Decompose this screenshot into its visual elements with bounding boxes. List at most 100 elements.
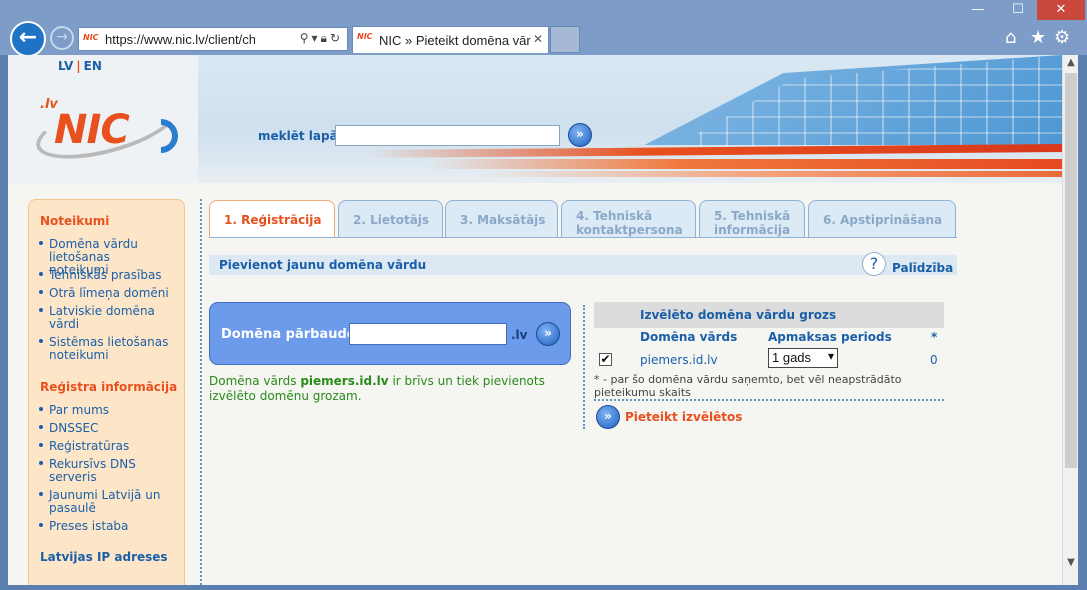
favorites-star-icon[interactable]: ★ — [1030, 27, 1046, 48]
cart-title-bar: Izvēlēto domēna vārdu grozs — [594, 302, 944, 328]
tabs-baseline — [209, 237, 957, 238]
cart-footnote: * - par šo domēna vārdu saņemto, bet vēl… — [594, 373, 902, 399]
sidebar-item-about[interactable]: Par mums — [39, 404, 179, 417]
minimize-button[interactable]: — — [960, 0, 996, 20]
double-chevron-icon: » — [544, 326, 552, 340]
search-label: meklēt lapā — [258, 129, 338, 143]
close-tab-icon[interactable]: ✕ — [533, 32, 543, 46]
domain-check-result: Domēna vārds piemers.id.lv ir brīvs un t… — [209, 374, 579, 404]
refresh-icon[interactable]: ↻ — [330, 31, 343, 45]
help-icon[interactable]: ? — [862, 252, 886, 276]
lang-separator: | — [76, 59, 81, 73]
browser-chrome: — ☐ ✕ ← → NIC https://www.nic.lv/client/… — [0, 0, 1087, 57]
site-favicon: NIC — [83, 33, 99, 42]
bullet-icon — [39, 240, 43, 245]
sidebar: Noteikumi Domēna vārdu lietošanas noteik… — [28, 199, 185, 585]
domain-check-label: Domēna pārbaude — [221, 327, 356, 342]
section-header: Pievienot jaunu domēna vārdu ? Palīdzība — [209, 252, 957, 276]
lang-en-link[interactable]: EN — [84, 59, 102, 73]
scrollbar-thumb[interactable] — [1065, 73, 1077, 468]
close-window-button[interactable]: ✕ — [1037, 0, 1085, 20]
search-go-button[interactable]: » — [568, 123, 592, 147]
lock-icon[interactable]: 🔒︎ — [321, 31, 330, 45]
help-link[interactable]: Palīdzība — [892, 261, 953, 275]
gear-icon[interactable]: ⚙ — [1054, 27, 1070, 48]
sidebar-item-dnssec[interactable]: DNSSEC — [39, 422, 179, 435]
column-header-period: Apmaksas periods — [768, 330, 892, 344]
new-tab-button[interactable] — [550, 26, 580, 53]
column-divider — [200, 199, 202, 585]
cart-divider — [594, 399, 944, 401]
sidebar-item-second-level-domains[interactable]: Otrā līmeņa domēni — [39, 287, 179, 300]
address-bar-icons: ⚲▾🔒︎↻ — [300, 31, 343, 46]
result-prefix: Domēna vārds — [209, 374, 297, 388]
domain-suffix: .lv — [511, 328, 528, 342]
submit-selected-button[interactable]: » Pieteikt izvēlētos — [596, 405, 742, 429]
column-header-star: * — [931, 330, 938, 344]
address-url[interactable]: https://www.nic.lv/client/check_ — [105, 32, 255, 47]
sidebar-item-registrars[interactable]: Reģistratūras — [39, 440, 179, 453]
sidebar-item-latvian-domains[interactable]: Latviskie domēna vārdi — [39, 305, 179, 331]
section-title: Pievienot jaunu domēna vārdu — [219, 258, 427, 272]
sidebar-section-ip-addresses[interactable]: Latvijas IP adreses — [40, 550, 168, 564]
back-button[interactable]: ← — [10, 21, 46, 57]
header-stripe — [428, 159, 1062, 169]
bullet-icon — [39, 271, 43, 276]
period-select[interactable]: 1 gads ▾ — [768, 348, 838, 368]
domain-check-panel: Domēna pārbaude .lv » — [209, 302, 571, 365]
sidebar-item-system-rules[interactable]: Sistēmas lietošanas noteikumi — [39, 336, 179, 362]
home-icon[interactable]: ⌂ — [1005, 27, 1016, 48]
tab-favicon: NIC — [357, 32, 373, 41]
logo-text: NIC — [54, 107, 130, 153]
sidebar-item-recursive-dns[interactable]: Rekursīvs DNS serveris — [39, 458, 179, 484]
site-header: LV | EN .lv NIC meklēt lapā » — [8, 55, 1062, 183]
nic-logo[interactable]: .lv NIC — [29, 85, 186, 171]
period-value: 1 gads — [772, 350, 812, 365]
domain-check-button[interactable]: » — [536, 322, 560, 346]
bullet-icon — [39, 460, 43, 465]
column-divider — [583, 305, 585, 429]
bullet-icon — [39, 289, 43, 294]
table-row: ✔ piemers.id.lv 1 gads ▾ 0 — [594, 346, 944, 372]
tab-registration[interactable]: 1. Reģistrācija — [209, 200, 335, 238]
domain-check-input[interactable] — [349, 323, 507, 345]
bullet-icon — [39, 338, 43, 343]
pending-count: 0 — [930, 353, 938, 367]
tab-title: NIC » Pieteikt domēna vārd... — [379, 33, 531, 48]
tab-technical-contact[interactable]: 4. Tehniskā kontaktpersona — [561, 200, 696, 238]
bullet-icon — [39, 406, 43, 411]
tab-confirmation[interactable]: 6. Apstiprināšana — [808, 200, 956, 238]
page-scrollbar[interactable]: ▲ ▼ — [1062, 55, 1078, 585]
header-stripe — [478, 171, 1062, 177]
cart-title: Izvēlēto domēna vārdu grozs — [640, 308, 837, 322]
maximize-button[interactable]: ☐ — [1000, 0, 1036, 20]
arrow-left-icon: ← — [18, 25, 38, 50]
bullet-icon — [39, 424, 43, 429]
tab-technical-info[interactable]: 5. Tehniskā informācija — [699, 200, 805, 238]
forward-button[interactable]: → — [50, 26, 74, 50]
tab-user[interactable]: 2. Lietotājs — [338, 200, 443, 238]
bullet-icon — [39, 491, 43, 496]
sidebar-section-rules[interactable]: Noteikumi — [40, 214, 109, 228]
chevron-down-icon: ▾ — [827, 349, 834, 363]
sidebar-item-press-room[interactable]: Preses istaba — [39, 520, 179, 533]
address-bar[interactable]: NIC https://www.nic.lv/client/check_ ⚲▾🔒… — [78, 27, 348, 51]
browser-tab[interactable]: NIC NIC » Pieteikt domēna vārd... ✕ — [352, 26, 549, 53]
domain-select-checkbox[interactable]: ✔ — [599, 353, 612, 366]
search-icon[interactable]: ⚲ — [300, 31, 312, 45]
bullet-icon — [39, 522, 43, 527]
submit-selected-label: Pieteikt izvēlētos — [625, 410, 743, 424]
cart-domain-name: piemers.id.lv — [640, 353, 718, 367]
sidebar-item-news[interactable]: Jaunumi Latvijā un pasaulē — [39, 489, 179, 515]
lang-lv-link[interactable]: LV — [58, 59, 73, 73]
site-search-input[interactable] — [335, 125, 560, 146]
tab-payer[interactable]: 3. Maksātājs — [445, 200, 558, 238]
sidebar-item-technical-requirements[interactable]: Tehniskās prasības — [39, 269, 179, 282]
dropdown-icon[interactable]: ▾ — [312, 31, 321, 45]
scroll-up-icon[interactable]: ▲ — [1063, 55, 1079, 71]
column-header-domain: Domēna vārds — [640, 330, 738, 344]
sidebar-section-registry-info[interactable]: Reģistra informācija — [40, 380, 177, 394]
web-page: LV | EN .lv NIC meklēt lapā » Noteikumi Do… — [8, 55, 1062, 585]
scroll-down-icon[interactable]: ▼ — [1063, 555, 1079, 571]
bullet-icon — [39, 307, 43, 312]
